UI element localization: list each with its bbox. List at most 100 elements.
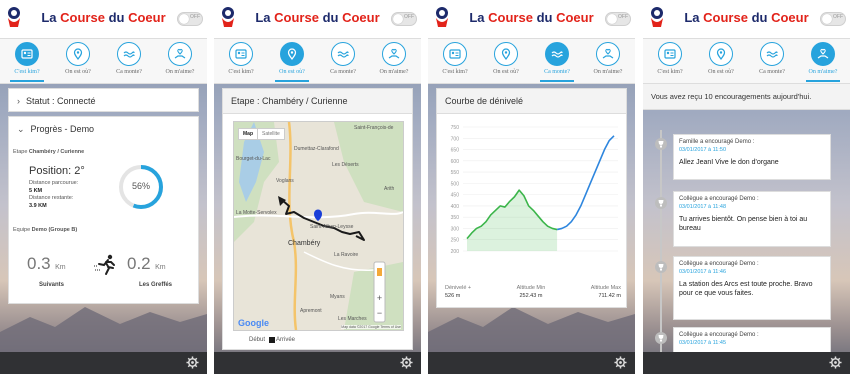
nav-bar: C'est kim? On est où? Ca monte? On m'aim… — [214, 39, 421, 84]
left-distance: 0.3 Km — [27, 254, 66, 274]
position-text: Position: 2° — [29, 165, 85, 177]
tab-ca-monte[interactable]: Ca monte? — [532, 42, 582, 82]
tab-cest-kim[interactable]: C'est kim? — [645, 42, 695, 75]
map-place: Apremont — [300, 308, 322, 314]
gear-icon[interactable] — [186, 356, 199, 369]
right-distance: 0.2 Km — [127, 254, 166, 274]
message-card[interactable]: Collègue a encouragé Demo : 03/01/2017 à… — [673, 256, 831, 320]
panel-encouragements: La Course du Coeur OFF C'est kim? On est… — [643, 0, 850, 374]
map-place: Arith — [384, 186, 395, 192]
message-author: Collègue a encouragé Demo : — [679, 332, 759, 338]
right-distance-unit: Km — [155, 264, 166, 271]
off-toggle[interactable]: OFF — [605, 12, 631, 26]
tab-on-est-ou[interactable]: On est où? — [53, 42, 103, 75]
heart-hand-icon — [388, 48, 400, 59]
tab-ca-monte[interactable]: Ca monte? — [318, 42, 368, 75]
id-card-icon — [664, 49, 676, 59]
status-card[interactable]: › Statut : Connecté — [8, 88, 199, 112]
tab-label: Ca monte? — [116, 69, 142, 75]
elevation-title: Courbe de dénivelé — [437, 89, 626, 114]
tab-cest-kim[interactable]: C'est kim? — [216, 42, 266, 75]
tab-label: C'est kim? — [442, 69, 468, 75]
gear-icon[interactable] — [614, 356, 627, 369]
tab-on-maime[interactable]: On m'aime? — [369, 42, 419, 75]
tab-label: On est où? — [708, 69, 734, 75]
bottom-bar — [214, 352, 421, 374]
id-card-icon — [235, 49, 247, 59]
progress-header[interactable]: ⌄ Progrès - Demo — [9, 117, 198, 141]
wave-icon — [551, 51, 563, 58]
y-tick-label: 750 — [451, 125, 460, 131]
tab-label: On m'aime? — [165, 69, 195, 75]
tab-cest-kim[interactable]: C'est kim? — [2, 42, 52, 82]
etape-line: Etape Chambéry / Curienne — [13, 149, 84, 155]
tab-on-est-ou[interactable]: On est où? — [267, 42, 317, 82]
elevation-line-blue — [556, 135, 615, 231]
y-tick-label: 650 — [451, 148, 460, 154]
map-labels: Saint-François-de Dumettaz-Clarafond Bou… — [234, 122, 403, 330]
message-author: Collègue a encouragé Demo : — [679, 196, 759, 202]
map-credit[interactable]: Map data ©2017 Google Terms of Use — [341, 325, 401, 329]
gear-icon[interactable] — [400, 356, 413, 369]
heart-hand-icon — [174, 48, 186, 59]
stat-label: Altitude Max — [590, 285, 621, 291]
progress-percent: 56% — [131, 181, 150, 191]
panel-map: La Course du Coeur OFF C'est kim? On est… — [214, 0, 421, 374]
y-tick-label: 500 — [451, 181, 460, 187]
gear-icon[interactable] — [829, 356, 842, 369]
tab-cest-kim[interactable]: C'est kim? — [430, 42, 480, 75]
tab-label: On est où? — [65, 69, 91, 75]
panel-status: La Course du Coeur OFF C'est kim? On est… — [0, 0, 207, 374]
stat-label: Dénivelé + — [445, 285, 472, 291]
app-title: La Course du Coeur — [469, 10, 594, 25]
app-title: La Course du Coeur — [684, 10, 809, 25]
progress-card: ⌄ Progrès - Demo Etape Chambéry / Curienn… — [8, 116, 199, 304]
trophy-icon — [655, 138, 667, 150]
tab-on-maime[interactable]: On m'aime? — [155, 42, 205, 75]
message-author: Collègue a encouragé Demo : — [679, 261, 759, 267]
heart-hand-icon — [602, 48, 614, 59]
wave-icon — [766, 51, 778, 58]
tab-map[interactable]: Map — [239, 129, 257, 139]
tab-label: On est où? — [493, 69, 519, 75]
app-title: La Course du Coeur — [255, 10, 380, 25]
message-time: 03/01/2017 à 11:45 — [679, 340, 726, 346]
tab-on-maime[interactable]: On m'aime? — [583, 42, 633, 75]
map-legend: Début Arrivée — [249, 337, 295, 343]
map-place: Chambéry — [288, 240, 321, 247]
off-toggle[interactable]: OFF — [391, 12, 417, 26]
stat-value: 526 m — [445, 293, 461, 299]
message-card[interactable]: Famille a encouragé Demo : 03/01/2017 à … — [673, 134, 831, 180]
tab-ca-monte[interactable]: Ca monte? — [747, 42, 797, 75]
right-label: Les Greffés — [139, 282, 173, 288]
tab-label: On est où? — [279, 69, 305, 75]
map-view[interactable]: + − Saint-François-de Dumettaz-Clarafond… — [233, 121, 404, 331]
elevation-chart: 750 700 650 600 550 500 450 400 350 300 250 200 — [451, 125, 618, 255]
tab-ca-monte[interactable]: Ca monte? — [104, 42, 154, 75]
app-title: La Course du Coeur — [41, 10, 166, 25]
tab-label: C'est kim? — [228, 69, 254, 75]
tab-on-est-ou[interactable]: On est où? — [696, 42, 746, 75]
message-card[interactable]: Collègue a encouragé Demo : 03/01/2017 à… — [673, 191, 831, 247]
map-card: Etape : Chambéry / Curienne + − Saint-Fr… — [222, 88, 413, 350]
progress-title: Progrès - Demo — [30, 124, 95, 134]
y-tick-label: 600 — [451, 159, 460, 165]
tab-on-maime[interactable]: On m'aime? — [798, 42, 848, 82]
tab-on-est-ou[interactable]: On est où? — [481, 42, 531, 75]
map-place: Bourget-du-Lac — [236, 156, 271, 162]
map-type-toggle: Map Satellite — [238, 128, 285, 140]
left-distance-unit: Km — [55, 264, 66, 271]
message-time: 03/01/2017 à 11:46 — [679, 269, 726, 275]
message-time: 03/01/2017 à 11:48 — [679, 204, 726, 210]
y-tick-label: 300 — [451, 226, 460, 232]
map-place: Les Déserts — [332, 162, 359, 168]
map-place: Les Marches — [338, 316, 367, 322]
map-place: La Ravoire — [334, 252, 359, 258]
off-toggle[interactable]: OFF — [820, 12, 846, 26]
map-pin-icon — [73, 48, 83, 60]
tab-satellite[interactable]: Satellite — [257, 129, 284, 139]
tab-label: On m'aime? — [379, 69, 409, 75]
off-toggle[interactable]: OFF — [177, 12, 203, 26]
etape-header: Etape : Chambéry / Curienne — [223, 89, 412, 114]
stat-value: 711.42 m — [598, 293, 621, 299]
